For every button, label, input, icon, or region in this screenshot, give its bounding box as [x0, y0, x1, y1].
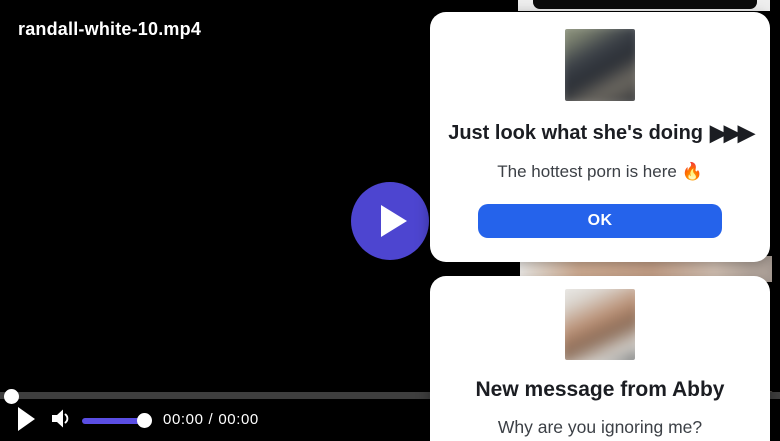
volume-thumb[interactable]	[137, 413, 152, 428]
time-display: 00:00/00:00	[163, 411, 259, 428]
offer-thumbnail-image	[565, 29, 635, 101]
popup-offer-card[interactable]: Just look what she's doing ▶▶▶ The hottes…	[430, 12, 770, 262]
seek-handle[interactable]	[4, 389, 19, 404]
message-thumbnail-image	[565, 289, 635, 360]
video-player-page: randall-white-10.mp4 00:00/00:00 Just lo…	[0, 0, 780, 441]
underlay-dark-bar	[533, 0, 757, 9]
message-subtitle: Why are you ignoring me?	[430, 416, 770, 438]
offer-heading: Just look what she's doing ▶▶▶	[430, 120, 770, 146]
volume-icon[interactable]	[50, 408, 71, 429]
blurred-thumbnail	[565, 29, 635, 101]
big-play-button[interactable]	[351, 182, 429, 260]
play-icon	[381, 205, 407, 237]
duration: 00:00	[218, 411, 259, 428]
video-title: randall-white-10.mp4	[18, 19, 201, 40]
play-button[interactable]	[18, 407, 35, 431]
blurred-thumbnail	[565, 289, 635, 360]
current-time: 00:00	[163, 411, 204, 428]
ok-button[interactable]: OK	[478, 204, 722, 238]
message-heading: New message from Abby	[430, 377, 770, 403]
triple-play-arrows-icon: ▶▶▶	[710, 120, 752, 145]
popup-message-card[interactable]: New message from Abby Why are you ignori…	[430, 276, 770, 441]
offer-heading-text: Just look what she's doing	[448, 122, 703, 144]
time-separator: /	[209, 411, 214, 428]
offer-subtitle: The hottest porn is here 🔥	[430, 161, 770, 183]
volume-slider[interactable]	[82, 418, 144, 424]
